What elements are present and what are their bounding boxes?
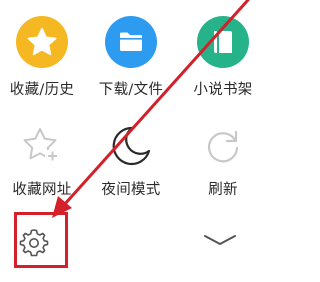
menu-item-label: 小说书架 — [193, 82, 253, 98]
star-add-icon — [16, 120, 68, 172]
moon-icon — [105, 120, 157, 172]
highlight-box — [14, 212, 68, 268]
folder-icon — [105, 16, 157, 68]
menu-item-label: 收藏网址 — [12, 182, 72, 198]
star-icon — [16, 16, 68, 68]
book-icon — [197, 16, 249, 68]
menu-item-label: 下载/文件 — [98, 82, 164, 98]
chevron-down-icon[interactable] — [202, 232, 238, 246]
menu-item-label: 刷新 — [208, 182, 238, 198]
menu-item-label: 收藏/历史 — [9, 82, 75, 98]
refresh-icon — [197, 120, 249, 172]
menu-item-label: 夜间模式 — [101, 182, 161, 198]
